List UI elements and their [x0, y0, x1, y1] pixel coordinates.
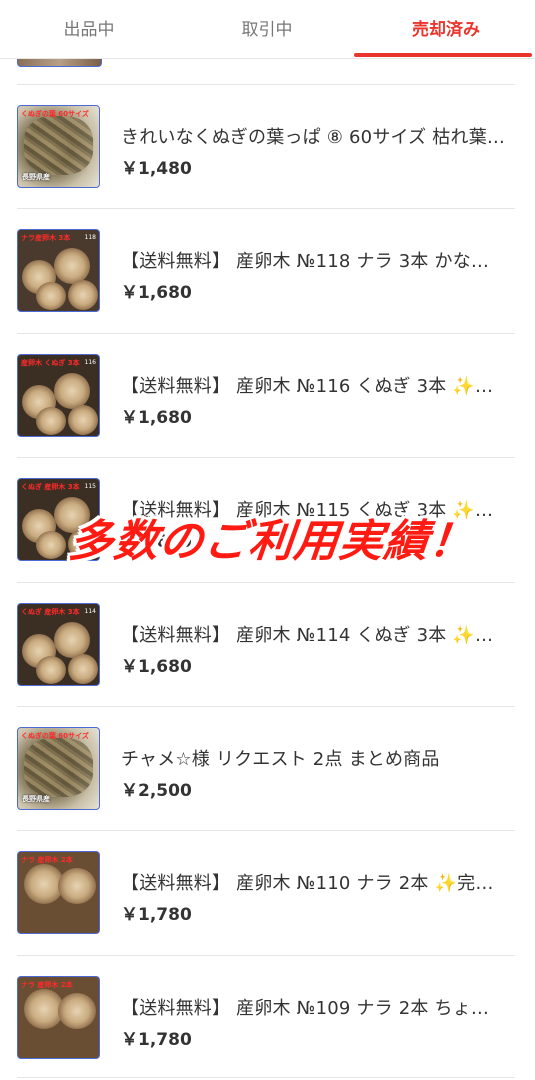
- log-image: [36, 655, 66, 684]
- item-title[interactable]: 【送料無料】 産卵木 №110 ナラ 2本 ✨完…: [121, 869, 517, 895]
- partial-item-thumbnail[interactable]: [17, 58, 102, 67]
- log-image: [68, 404, 98, 435]
- log-image: [58, 992, 96, 1029]
- item-price: ￥1,680: [121, 283, 192, 304]
- log-image: [36, 406, 66, 435]
- item-thumbnail[interactable]: ナラ 産卵木 2本: [17, 851, 100, 935]
- log-image: [54, 372, 90, 409]
- item-title[interactable]: 【送料無料】 産卵木 №114 くぬぎ 3本 ✨…: [121, 621, 517, 647]
- log-image: [68, 280, 98, 311]
- item-title[interactable]: 【送料無料】 産卵木 №118 ナラ 3本 かな…: [121, 247, 517, 273]
- thumbnail-origin: 長野県産: [22, 173, 50, 181]
- divider: [17, 830, 515, 832]
- tab-bar: 出品中 取引中 売却済み: [0, 0, 535, 59]
- item-thumbnail[interactable]: くぬぎの葉 60サイズ 長野県産: [17, 105, 100, 188]
- item-price: ￥1,780: [121, 905, 192, 926]
- thumbnail-number: 114: [84, 607, 96, 615]
- list-item[interactable]: くぬぎの葉 60サイズ 長野県産 きれいなくぬぎの葉っぱ ⑧ 60サイズ 枯れ葉… ￥…: [0, 84, 535, 208]
- active-tab-indicator: [354, 53, 532, 57]
- promo-overlay-text: 多数のご利用実績！: [66, 516, 477, 567]
- item-price: ￥1,780: [121, 1029, 192, 1050]
- leaves-image: [24, 738, 93, 797]
- item-title[interactable]: きれいなくぬぎの葉っぱ ⑧ 60サイズ 枯れ葉…: [121, 123, 517, 149]
- tab-sold[interactable]: 売却済み: [357, 0, 535, 58]
- thumbnail-caption: ナラ 産卵木 2本: [21, 980, 73, 989]
- list-item[interactable]: ナラ 産卵木 2本【送料無料】 産卵木 №110 ナラ 2本 ✨完… ￥1,780: [0, 830, 535, 954]
- item-thumbnail[interactable]: くぬぎの葉 60サイズ 長野県産: [17, 727, 100, 810]
- list-item[interactable]: ナラ 産卵木 2本【送料無料】 産卵木 №109 ナラ 2本 ちょ… ￥1,780: [0, 954, 535, 1079]
- list-item[interactable]: ナラ産卵木 3本 118 【送料無料】 産卵木 №118 ナラ 3本 かな… ￥1,6…: [0, 208, 535, 332]
- item-title[interactable]: 【送料無料】 産卵木 №109 ナラ 2本 ちょ…: [121, 994, 517, 1020]
- item-thumbnail[interactable]: ナラ産卵木 3本 118: [17, 229, 100, 313]
- divider: [17, 84, 515, 85]
- divider: [17, 1077, 515, 1078]
- thumbnail-origin: 長野県産: [22, 795, 50, 803]
- log-image: [68, 653, 98, 684]
- log-image: [58, 868, 96, 905]
- list-item[interactable]: くぬぎ 産卵木 3本 114 【送料無料】 産卵木 №114 くぬぎ 3本 ✨… ￥1…: [0, 581, 535, 706]
- tab-in-transaction[interactable]: 取引中: [178, 0, 356, 58]
- item-title[interactable]: チャメ☆様 リクエスト 2点 まとめ商品: [121, 745, 517, 771]
- divider: [17, 208, 515, 210]
- thumbnail-number: 116: [84, 358, 96, 366]
- item-title[interactable]: 【送料無料】 産卵木 №116 くぬぎ 3本 ✨…: [121, 372, 517, 398]
- thumbnail-caption: くぬぎ 産卵木 3本: [21, 607, 80, 616]
- log-image: [54, 248, 90, 285]
- thumbnail-caption: くぬぎの葉 60サイズ: [21, 732, 89, 740]
- item-price: ￥1,680: [121, 407, 192, 428]
- thumbnail-caption: ナラ 産卵木 2本: [21, 856, 73, 865]
- item-price: ￥1,680: [121, 656, 192, 677]
- leaves-image: [24, 116, 93, 175]
- list-item[interactable]: 産卵木 くぬぎ 3本 116 【送料無料】 産卵木 №116 くぬぎ 3本 ✨… ￥1…: [0, 332, 535, 457]
- thumbnail-number: 115: [84, 483, 96, 491]
- item-thumbnail[interactable]: くぬぎ 産卵木 3本 114: [17, 602, 100, 686]
- divider: [17, 954, 515, 956]
- thumbnail-caption: くぬぎ 産卵木 3本: [21, 483, 80, 492]
- log-image: [54, 621, 90, 658]
- list-item[interactable]: くぬぎの葉 60サイズ 長野県産 チャメ☆様 リクエスト 2点 まとめ商品 ￥2,50…: [0, 706, 535, 830]
- divider: [17, 581, 515, 583]
- divider: [17, 457, 515, 459]
- item-thumbnail[interactable]: ナラ 産卵木 2本: [17, 975, 100, 1059]
- divider: [17, 706, 515, 707]
- item-price: ￥2,500: [121, 781, 192, 801]
- thumbnail-caption: ナラ産卵木 3本: [21, 234, 71, 243]
- item-thumbnail[interactable]: 産卵木 くぬぎ 3本 116: [17, 353, 100, 437]
- thumbnail-caption: くぬぎの葉 60サイズ: [21, 110, 89, 118]
- log-image: [36, 282, 66, 311]
- thumbnail-caption: 産卵木 くぬぎ 3本: [21, 358, 80, 367]
- item-price: ￥1,480: [121, 159, 192, 179]
- tab-listing[interactable]: 出品中: [0, 0, 178, 58]
- divider: [17, 332, 515, 334]
- thumbnail-number: 118: [84, 234, 96, 242]
